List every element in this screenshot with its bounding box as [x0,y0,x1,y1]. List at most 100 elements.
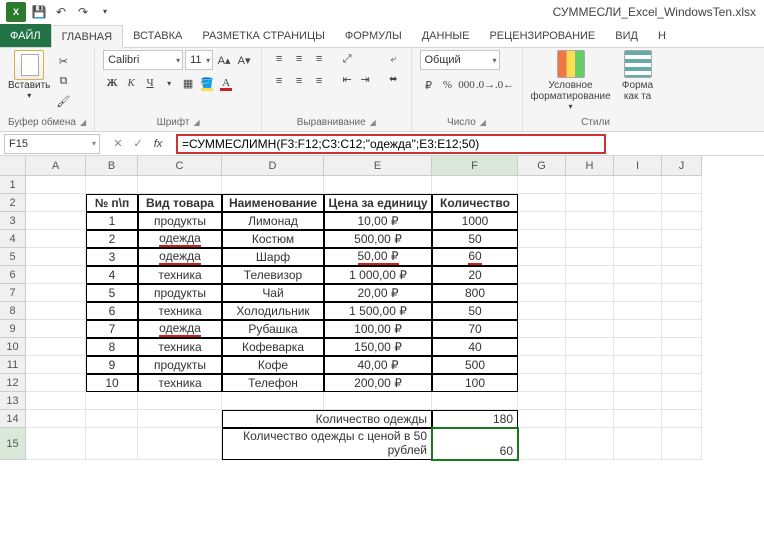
cell-type-10[interactable]: техника [138,338,222,356]
cell-price-5[interactable]: 50,00 ₽ [324,248,432,266]
copy-icon[interactable]: ⧉ [54,72,72,90]
cell-A3[interactable] [26,212,86,230]
column-header-I[interactable]: I [614,156,662,176]
cell-qty-9[interactable]: 70 [432,320,518,338]
cell-B15[interactable] [86,428,138,460]
header-type[interactable]: Вид товара [138,194,222,212]
tab-home[interactable]: ГЛАВНАЯ [51,25,123,48]
cell-number-12[interactable]: 10 [86,374,138,392]
cell-I6[interactable] [614,266,662,284]
cell-J15[interactable] [662,428,702,460]
cell-G15[interactable] [518,428,566,460]
tab-insert[interactable]: ВСТАВКА [123,24,192,47]
cell-H5[interactable] [566,248,614,266]
cell-I15[interactable] [614,428,662,460]
tab-review[interactable]: РЕЦЕНЗИРОВАНИЕ [479,24,605,47]
percent-icon[interactable]: % [439,76,457,94]
column-header-J[interactable]: J [662,156,702,176]
cell-B1[interactable] [86,176,138,194]
cell-G9[interactable] [518,320,566,338]
tab-view[interactable]: ВИД [605,24,648,47]
align-right-icon[interactable]: ≡ [310,72,328,90]
name-box[interactable]: F15 [4,134,100,154]
cell-type-4[interactable]: одежда [138,230,222,248]
cell-J7[interactable] [662,284,702,302]
align-middle-icon[interactable]: ≡ [290,50,308,68]
row-header-8[interactable]: 8 [0,302,26,320]
cell-H2[interactable] [566,194,614,212]
cell-name-6[interactable]: Телевизор [222,266,324,284]
save-icon[interactable]: 💾 [30,3,48,21]
cell-qty-10[interactable]: 40 [432,338,518,356]
cell-G5[interactable] [518,248,566,266]
cell-type-8[interactable]: техника [138,302,222,320]
row-header-12[interactable]: 12 [0,374,26,392]
cell-price-4[interactable]: 500,00 ₽ [324,230,432,248]
cell-name-5[interactable]: Шарф [222,248,324,266]
cell-qty-4[interactable]: 50 [432,230,518,248]
cell-A2[interactable] [26,194,86,212]
cell-A14[interactable] [26,410,86,428]
number-dialog-launcher[interactable]: ◢ [480,118,486,127]
cell-J6[interactable] [662,266,702,284]
cell-H7[interactable] [566,284,614,302]
cell-number-5[interactable]: 3 [86,248,138,266]
align-bottom-icon[interactable]: ≡ [310,50,328,68]
cell-I14[interactable] [614,410,662,428]
header-number[interactable]: № п\п [86,194,138,212]
cell-type-7[interactable]: продукты [138,284,222,302]
cell-number-8[interactable]: 6 [86,302,138,320]
column-header-H[interactable]: H [566,156,614,176]
cell-price-12[interactable]: 200,00 ₽ [324,374,432,392]
conditional-formatting-button[interactable]: Условное форматирование ▾ [531,50,611,111]
cell-price-6[interactable]: 1 000,00 ₽ [324,266,432,284]
cell-E1[interactable] [324,176,432,194]
header-name[interactable]: Наименование [222,194,324,212]
cell-qty-7[interactable]: 800 [432,284,518,302]
cell-I8[interactable] [614,302,662,320]
decrease-indent-icon[interactable]: ⇤ [338,70,356,88]
accept-formula-icon[interactable]: ✓ [128,137,148,150]
cell-C1[interactable] [138,176,222,194]
cell-J3[interactable] [662,212,702,230]
cell-number-7[interactable]: 5 [86,284,138,302]
summary-label-2[interactable]: Количество одежды с ценой в 50 рублей [222,428,432,460]
cell-J2[interactable] [662,194,702,212]
cell-H3[interactable] [566,212,614,230]
italic-button[interactable]: К [122,74,140,92]
cell-price-9[interactable]: 100,00 ₽ [324,320,432,338]
row-header-14[interactable]: 14 [0,410,26,428]
format-as-table-button[interactable]: Форма как та [615,50,661,102]
cell-type-3[interactable]: продукты [138,212,222,230]
tab-file[interactable]: ФАЙЛ [0,24,51,47]
cell-type-12[interactable]: техника [138,374,222,392]
alignment-dialog-launcher[interactable]: ◢ [370,118,376,127]
cell-H11[interactable] [566,356,614,374]
cell-I1[interactable] [614,176,662,194]
cell-G8[interactable] [518,302,566,320]
cell-G12[interactable] [518,374,566,392]
column-header-E[interactable]: E [324,156,432,176]
row-header-6[interactable]: 6 [0,266,26,284]
cell-name-8[interactable]: Холодильник [222,302,324,320]
cell-F1[interactable] [432,176,518,194]
increase-decimal-icon[interactable]: .0→ [477,76,495,94]
decrease-decimal-icon[interactable]: .0← [496,76,514,94]
cell-J13[interactable] [662,392,702,410]
cell-I5[interactable] [614,248,662,266]
cell-G4[interactable] [518,230,566,248]
cell-A1[interactable] [26,176,86,194]
cell-B14[interactable] [86,410,138,428]
tab-page-layout[interactable]: РАЗМЕТКА СТРАНИЦЫ [192,24,334,47]
cell-number-9[interactable]: 7 [86,320,138,338]
cell-J14[interactable] [662,410,702,428]
cell-number-6[interactable]: 4 [86,266,138,284]
row-header-5[interactable]: 5 [0,248,26,266]
cell-type-9[interactable]: одежда [138,320,222,338]
cell-qty-12[interactable]: 100 [432,374,518,392]
underline-button[interactable]: Ч [141,74,159,92]
cell-G1[interactable] [518,176,566,194]
cell-J11[interactable] [662,356,702,374]
column-header-D[interactable]: D [222,156,324,176]
cell-J5[interactable] [662,248,702,266]
